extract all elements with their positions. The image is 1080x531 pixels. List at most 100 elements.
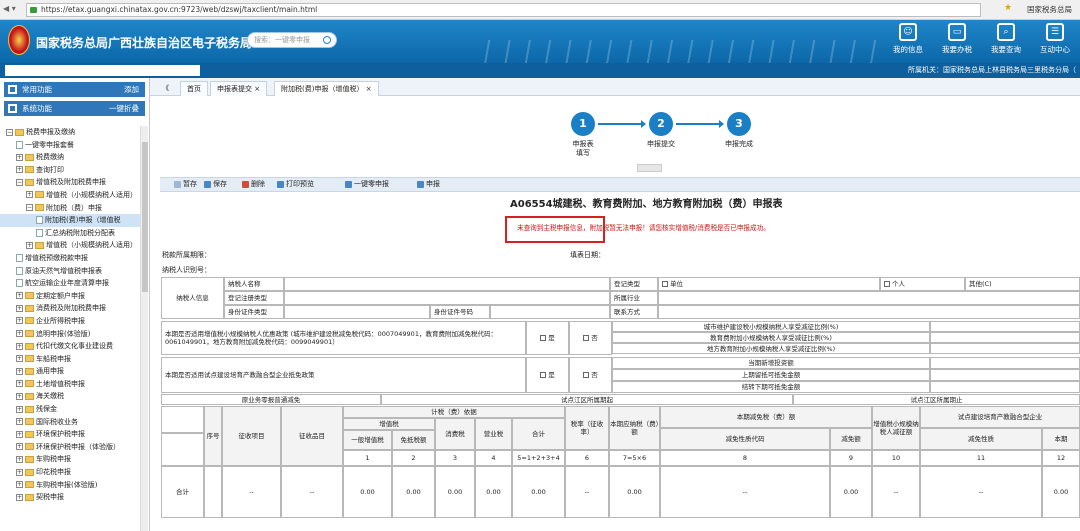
policy-yes-option[interactable]: 是 <box>526 357 569 393</box>
expand-toggle-icon[interactable]: + <box>16 418 23 426</box>
tab-home[interactable]: 首页 <box>180 81 208 96</box>
checkbox-icon[interactable] <box>583 372 590 378</box>
toolbar-button-3[interactable]: 删除 <box>242 178 265 191</box>
tree-item[interactable]: − 税费申报及缴纳 <box>0 126 140 139</box>
tree-item[interactable]: + 环境保护税申报 <box>0 428 140 441</box>
toolbar-button-6[interactable]: 申报 <box>417 178 440 191</box>
tree-item[interactable]: + 印花税申报 <box>0 466 140 479</box>
expand-toggle-icon[interactable]: − <box>16 178 23 186</box>
expand-toggle-icon[interactable]: + <box>26 191 33 199</box>
expand-toggle-icon[interactable]: + <box>16 443 23 451</box>
browser-tab-label[interactable]: 国家税务总局 <box>1027 4 1072 15</box>
unit-option[interactable]: 单位 <box>658 277 880 291</box>
reduction-rate-input[interactable] <box>930 321 1080 332</box>
tree-item[interactable]: + 残保金 <box>0 403 140 416</box>
header-button-2[interactable]: ▭ 我要办税 <box>935 23 979 61</box>
header-button-1[interactable]: ☺ 我的信息 <box>886 23 930 61</box>
fold-all-button[interactable]: 一键折叠 <box>109 101 139 116</box>
tree-item[interactable]: + 土地增值税申报 <box>0 378 140 391</box>
sidebar-scrollbar[interactable] <box>140 126 148 531</box>
other-option[interactable]: 其他(C) <box>965 277 1080 291</box>
tree-item[interactable]: + 企业所得税申报 <box>0 315 140 328</box>
tree-item[interactable]: + 通用申报 <box>0 365 140 378</box>
search-input[interactable]: 搜索：一键零申报 <box>247 32 337 48</box>
tree-item[interactable]: − 增值税及附加税费申报 <box>0 176 140 189</box>
reduction-rate-input[interactable] <box>930 343 1080 354</box>
industry-input[interactable] <box>658 291 1080 305</box>
name-input[interactable] <box>284 277 610 291</box>
tree-item[interactable]: 附加税(费)申报（增值税 <box>0 214 140 227</box>
checkbox-icon[interactable] <box>540 335 547 341</box>
expand-toggle-icon[interactable]: + <box>16 380 23 388</box>
common-functions-header[interactable]: 常用功能 添加 <box>4 82 145 97</box>
expand-toggle-icon[interactable]: + <box>16 392 23 400</box>
credit-input[interactable] <box>930 381 1080 393</box>
expand-toggle-icon[interactable]: + <box>16 468 23 476</box>
header-button-3[interactable]: ⌕ 我要查询 <box>984 23 1028 61</box>
credit-input[interactable] <box>930 357 1080 369</box>
close-icon[interactable]: × <box>366 85 372 93</box>
expand-toggle-icon[interactable]: + <box>16 330 23 337</box>
expand-toggle-icon[interactable]: + <box>16 317 23 325</box>
expand-toggle-icon[interactable]: − <box>26 204 33 212</box>
expand-toggle-icon[interactable]: + <box>16 493 23 501</box>
toolbar-button-5[interactable]: 一键零申报 <box>345 178 389 191</box>
tree-item[interactable]: 一键零申报套餐 <box>0 139 140 152</box>
tree-item[interactable]: + 增值税（小规模纳税人适用） <box>0 189 140 202</box>
checkbox-icon[interactable] <box>583 335 590 341</box>
collapse-toggle[interactable] <box>637 164 662 172</box>
contact-input[interactable] <box>658 305 1080 319</box>
tree-item[interactable]: + 代扣代缴文化事业建设费 <box>0 340 140 353</box>
tree-item[interactable]: + 查询打印 <box>0 164 140 177</box>
credit-input[interactable] <box>930 369 1080 381</box>
checkbox-icon[interactable] <box>884 281 890 287</box>
tree-item[interactable]: + 消费税及附加税费申报 <box>0 302 140 315</box>
tabs-nav-icon[interactable]: 《 <box>156 81 175 96</box>
policy-no-option[interactable]: 否 <box>569 321 612 355</box>
tree-item[interactable]: + 车船税申报 <box>0 353 140 366</box>
tree-item[interactable]: + 车购税申报 <box>0 453 140 466</box>
tree-item[interactable]: + 海关缴税 <box>0 390 140 403</box>
expand-toggle-icon[interactable]: + <box>16 367 23 375</box>
expand-toggle-icon[interactable]: + <box>16 153 23 161</box>
scroll-thumb[interactable] <box>142 142 148 292</box>
checkbox-icon[interactable] <box>662 281 668 287</box>
close-icon[interactable]: × <box>254 85 260 93</box>
expand-toggle-icon[interactable]: + <box>16 455 23 463</box>
person-option[interactable]: 个人 <box>880 277 965 291</box>
system-functions-header[interactable]: 系统功能 一键折叠 <box>4 101 145 116</box>
policy-yes-option[interactable]: 是 <box>526 321 569 355</box>
tree-item[interactable]: + 契税申报 <box>0 491 140 504</box>
tree-item[interactable]: + 税费缴纳 <box>0 151 140 164</box>
tree-item[interactable]: 原油天然气增值税申报表 <box>0 265 140 278</box>
expand-toggle-icon[interactable]: − <box>6 128 13 136</box>
tree-item[interactable]: 汇总纳税附加税分配表 <box>0 227 140 240</box>
tab-submit[interactable]: 申报表提交 × <box>210 81 268 96</box>
expand-toggle-icon[interactable]: + <box>16 481 23 489</box>
reg-type-select[interactable] <box>284 291 610 305</box>
tree-item[interactable]: 增值税预缴税款申报 <box>0 252 140 265</box>
id-type-select[interactable] <box>284 305 430 319</box>
tree-item[interactable]: − 附加税（费）申报 <box>0 202 140 215</box>
header-button-4[interactable]: ☰ 互动中心 <box>1033 23 1077 61</box>
toolbar-button-4[interactable]: 打印预览 <box>277 178 314 191</box>
checkbox-icon[interactable] <box>540 372 547 378</box>
tree-item[interactable]: + 定期定额户申报 <box>0 290 140 303</box>
expand-toggle-icon[interactable]: + <box>16 430 23 438</box>
expand-toggle-icon[interactable]: + <box>16 405 23 413</box>
tree-item[interactable]: + 车购税申报(体验版) <box>0 479 140 492</box>
expand-toggle-icon[interactable]: + <box>16 355 23 363</box>
toolbar-button-2[interactable]: 保存 <box>204 178 227 191</box>
toolbar-button-1[interactable]: 暂存 <box>174 178 197 191</box>
tree-item[interactable]: + 追明申报(体验版) <box>0 328 140 341</box>
tree-item[interactable]: 航空运输企业年度清算申报 <box>0 277 140 290</box>
back-icon[interactable]: ◀ ▾ <box>3 4 23 16</box>
tree-item[interactable]: + 国际税收业务 <box>0 416 140 429</box>
expand-toggle-icon[interactable]: + <box>16 166 23 174</box>
reduction-rate-input[interactable] <box>930 332 1080 343</box>
add-button[interactable]: 添加 <box>124 82 139 97</box>
tree-item[interactable]: + 环境保护税申报（体验版） <box>0 441 140 454</box>
expand-toggle-icon[interactable]: + <box>16 304 23 312</box>
url-bar[interactable]: https://etax.guangxi.chinatax.gov.cn:972… <box>26 3 981 17</box>
expand-toggle-icon[interactable]: + <box>16 342 23 350</box>
